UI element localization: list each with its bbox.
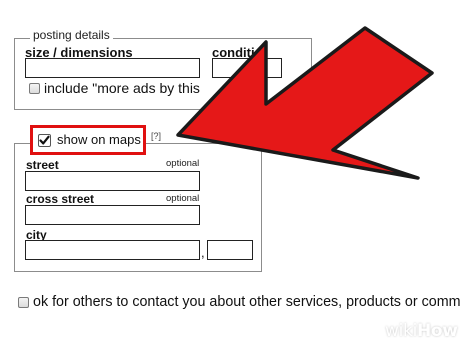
city-separator: , — [201, 245, 205, 260]
watermark-prefix: wiki — [385, 321, 417, 341]
condition-select[interactable] — [212, 58, 282, 78]
watermark-suffix: How — [417, 321, 458, 341]
state-input[interactable] — [207, 240, 253, 260]
show-on-maps-label: show on maps — [57, 132, 141, 147]
size-dimensions-input[interactable] — [25, 58, 200, 78]
wikihow-watermark: wikiHow — [385, 321, 458, 341]
contact-ok-checkbox[interactable] — [18, 297, 29, 308]
city-input[interactable] — [25, 240, 200, 260]
cross-street-optional-note: optional — [166, 193, 200, 204]
more-ads-label: include "more ads by this — [44, 80, 200, 96]
cross-street-input[interactable] — [25, 205, 200, 225]
street-optional-note: optional — [166, 158, 200, 169]
posting-details-legend: posting details — [30, 28, 113, 42]
checkmark-icon — [39, 135, 50, 145]
more-ads-checkbox[interactable] — [29, 83, 40, 94]
contact-ok-label: ok for others to contact you about other… — [33, 294, 460, 310]
help-icon[interactable]: [?] — [151, 131, 161, 141]
street-input[interactable] — [25, 171, 200, 191]
show-on-maps-checkbox[interactable] — [38, 134, 51, 147]
